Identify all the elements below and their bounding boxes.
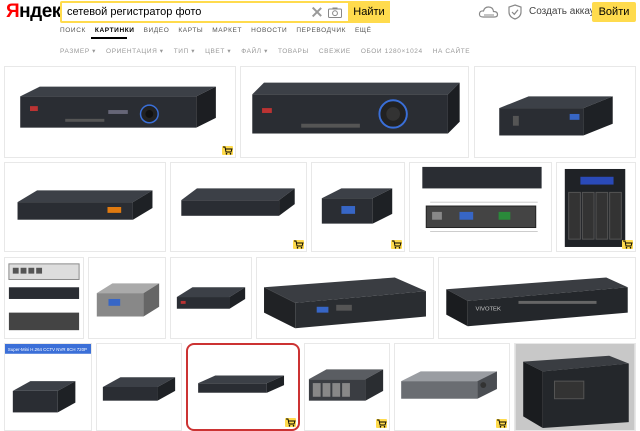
cart-icon[interactable] <box>622 240 633 249</box>
super-mini-banner: Super-Mini H.264 CCTV NVR 8CH 720P <box>8 347 87 352</box>
image-result[interactable] <box>4 257 84 339</box>
tab-market[interactable]: маркет <box>212 25 242 37</box>
weather-cloud-icon[interactable] <box>478 4 500 20</box>
image-result[interactable] <box>514 343 636 431</box>
clear-icon[interactable] <box>310 5 324 19</box>
image-result[interactable] <box>96 343 182 431</box>
image-result[interactable] <box>256 257 434 339</box>
image-result[interactable]: VIVOTEK <box>438 257 636 339</box>
image-result[interactable] <box>394 343 510 431</box>
tab-images[interactable]: картинки <box>95 25 135 37</box>
filter-file[interactable]: файл ▾ <box>241 46 268 58</box>
image-result[interactable] <box>170 257 252 339</box>
filter-fresh[interactable]: свежие <box>319 46 351 58</box>
filter-color[interactable]: цвет ▾ <box>205 46 231 58</box>
tab-maps[interactable]: карты <box>178 25 203 37</box>
image-result[interactable]: Super-Mini H.264 CCTV NVR 8CH 720P <box>4 343 92 431</box>
image-result[interactable] <box>311 162 405 252</box>
tab-video[interactable]: видео <box>144 25 170 37</box>
vivotek-label: VIVOTEK <box>476 307 501 313</box>
filters-bar: размер ▾ ориентация ▾ тип ▾ цвет ▾ файл … <box>60 46 470 58</box>
image-result[interactable] <box>88 257 166 339</box>
tab-more[interactable]: ещё <box>355 25 372 37</box>
cart-icon[interactable] <box>285 418 296 427</box>
image-result[interactable] <box>556 162 636 252</box>
tab-translate[interactable]: переводчик <box>296 25 346 37</box>
filter-type[interactable]: тип ▾ <box>174 46 195 58</box>
filter-on-site[interactable]: на сайте <box>433 46 471 58</box>
search-button[interactable]: Найти <box>348 1 390 23</box>
image-result[interactable] <box>304 343 390 431</box>
filter-orientation[interactable]: ориентация ▾ <box>106 46 164 58</box>
header: Яндекс Найти Создать аккаунт Войти <box>0 0 640 24</box>
tab-news[interactable]: новости <box>251 25 287 37</box>
login-button[interactable]: Войти <box>592 2 636 22</box>
shield-icon[interactable] <box>508 4 522 20</box>
image-result[interactable] <box>240 66 469 158</box>
image-result[interactable] <box>409 162 552 252</box>
image-result-selected[interactable] <box>186 343 300 431</box>
search-box: Найти <box>60 1 390 23</box>
cart-icon[interactable] <box>293 240 304 249</box>
cart-icon[interactable] <box>222 146 233 155</box>
filter-wallpaper[interactable]: обои 1280×1024 <box>361 46 423 58</box>
image-result[interactable] <box>170 162 307 252</box>
cart-icon[interactable] <box>391 240 402 249</box>
filter-products[interactable]: товары <box>278 46 309 58</box>
cart-icon[interactable] <box>376 419 387 428</box>
cart-icon[interactable] <box>496 419 507 428</box>
services-nav: поиск картинки видео карты маркет новост… <box>60 25 372 37</box>
search-input[interactable] <box>62 3 310 21</box>
active-tab-underline <box>91 37 127 39</box>
image-result[interactable] <box>4 66 236 158</box>
image-result[interactable] <box>474 66 636 158</box>
filter-size[interactable]: размер ▾ <box>60 46 96 58</box>
camera-icon[interactable] <box>328 7 342 18</box>
tab-search[interactable]: поиск <box>60 25 86 37</box>
image-result[interactable] <box>4 162 166 252</box>
